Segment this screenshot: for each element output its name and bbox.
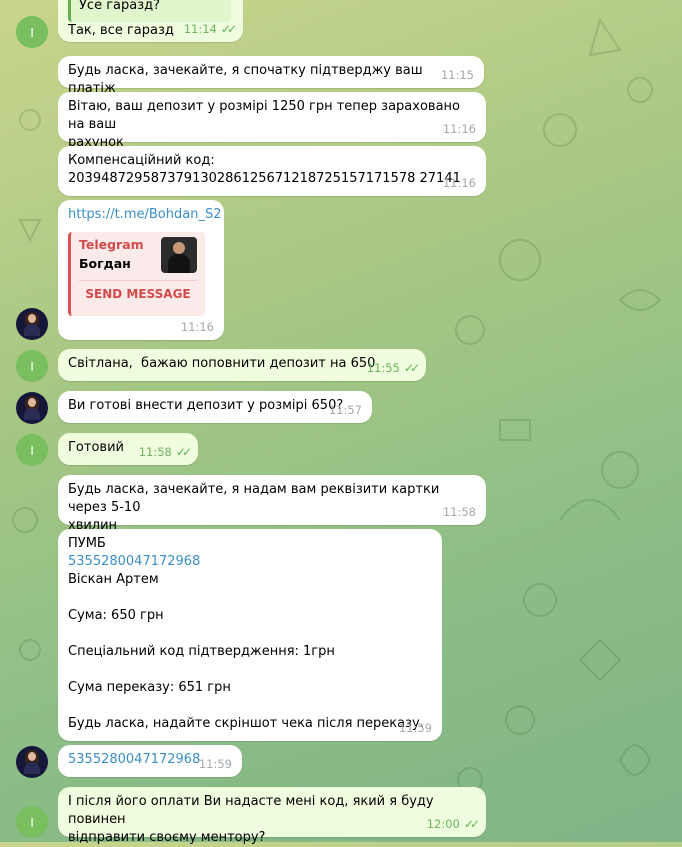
message-bubble-incoming[interactable]: https://t.me/Bohdan_S2 Telegram Богдан S… — [58, 200, 224, 340]
message-text: Ви готові внести депозит у розмірі 650? — [68, 398, 344, 413]
message-bubble-incoming[interactable]: Вітаю, ваш депозит у розмірі 1250 грн те… — [58, 92, 486, 150]
card-number-link[interactable]: 5355280047172968 — [68, 553, 432, 571]
avatar-me[interactable]: I — [16, 434, 48, 466]
avatar-initial: I — [30, 358, 34, 374]
message-text: Компенсаційний код: 20394872958737913028… — [68, 153, 461, 186]
avatar-operator[interactable] — [16, 746, 48, 778]
message-text: Світлана, бажаю поповнити депозит на 650 — [68, 356, 376, 371]
confirmation-code-line: Спеціальний код підтвердження: 1грн — [68, 644, 335, 659]
message-meta: 11:14 ✓✓ — [183, 20, 237, 38]
message-bubble-incoming[interactable]: Ви готові внести депозит у розмірі 650? … — [58, 391, 372, 423]
message-time: 11:15 — [440, 68, 474, 82]
read-check-icon: ✓✓ — [175, 445, 192, 459]
message-bubble-incoming[interactable]: Будь ласка, зачекайте, я надам вам рекві… — [58, 475, 486, 533]
message-bubble-incoming[interactable]: Компенсаційний код: 20394872958737913028… — [58, 146, 486, 196]
message-time: 11:59 — [398, 721, 432, 735]
read-check-icon: ✓✓ — [220, 22, 237, 36]
message-time: 11:59 — [198, 757, 232, 771]
message-time: 11:58 — [138, 445, 172, 459]
reply-quote[interactable]: Усе гаразд? — [68, 0, 231, 22]
avatar-initial: I — [30, 814, 34, 830]
message-bubble-outgoing[interactable]: І після його оплати Ви надасте мені код,… — [58, 787, 486, 845]
message-time: 11:58 — [442, 505, 476, 519]
avatar-me[interactable]: I — [16, 806, 48, 838]
reply-quote-text: Усе гаразд? — [79, 0, 161, 13]
link-preview[interactable]: Telegram Богдан SEND MESSAGE — [68, 232, 205, 316]
total-line: Сума переказу: 651 грн — [68, 680, 231, 695]
message-bubble-outgoing[interactable]: Усе гаразд? Так, все гаразд 11:14 ✓✓ — [58, 0, 243, 42]
preview-divider — [79, 280, 197, 281]
message-text: Так, все гаразд — [68, 23, 174, 38]
avatar-initial: I — [30, 442, 34, 458]
message-bubble-outgoing[interactable]: Готовий 11:58 ✓✓ — [58, 433, 198, 465]
message-text: Будь ласка, зачекайте, я надам вам рекві… — [68, 482, 440, 533]
read-check-icon: ✓✓ — [403, 361, 420, 375]
message-time: 11:55 — [366, 361, 400, 375]
preview-thumbnail — [161, 237, 197, 273]
message-bubble-incoming[interactable]: Будь ласка, зачекайте, я спочатку підтве… — [58, 56, 484, 96]
send-message-button[interactable]: SEND MESSAGE — [71, 285, 205, 303]
message-bubble-outgoing[interactable]: Світлана, бажаю поповнити депозит на 650… — [58, 349, 426, 381]
message-time: 11:14 — [183, 22, 217, 36]
read-check-icon: ✓✓ — [463, 817, 480, 831]
message-bubble-incoming[interactable]: ПУМБ 5355280047172968 Віскан Артем Сума:… — [58, 529, 442, 741]
bank-name: ПУМБ — [68, 536, 106, 551]
message-time: 12:00 — [426, 817, 460, 831]
amount-line: Сума: 650 грн — [68, 608, 164, 623]
avatar-me[interactable]: I — [16, 16, 48, 48]
message-text: І після його оплати Ви надасте мені код,… — [68, 794, 434, 845]
message-time: 11:57 — [328, 403, 362, 417]
message-bubble-incoming[interactable]: 5355280047172968 11:59 — [58, 745, 242, 777]
avatar-operator[interactable] — [16, 308, 48, 340]
message-time: 11:16 — [442, 122, 476, 136]
avatar-operator[interactable] — [16, 392, 48, 424]
message-text: Вітаю, ваш депозит у розмірі 1250 грн те… — [68, 99, 461, 150]
message-time: 11:16 — [180, 320, 214, 334]
avatar-me[interactable]: I — [16, 350, 48, 382]
avatar-initial: I — [30, 24, 34, 40]
note-line: Будь ласка, надайте скріншот чека після … — [68, 716, 424, 731]
message-time: 11:16 — [442, 176, 476, 190]
recipient-name: Віскан Артем — [68, 572, 159, 587]
message-link[interactable]: https://t.me/Bohdan_S2 — [68, 206, 221, 224]
